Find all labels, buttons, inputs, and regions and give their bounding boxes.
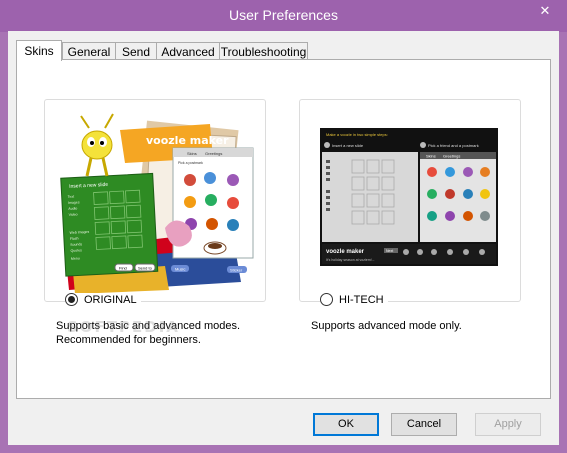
svg-text:Send to: Send to	[138, 266, 153, 271]
tab-advanced[interactable]: Advanced	[156, 42, 220, 60]
svg-text:voozle maker: voozle maker	[326, 249, 365, 255]
svg-text:Menu: Menu	[71, 256, 80, 260]
tab-general[interactable]: General	[62, 42, 116, 60]
hitech-skin-image: Make a voozle in two simple steps: Inser…	[320, 128, 498, 266]
svg-text:Music: Music	[175, 267, 185, 272]
original-radio-label[interactable]: ORIGINAL	[84, 294, 137, 306]
hitech-radio[interactable]	[320, 293, 333, 306]
svg-text:Pick a postmark: Pick a postmark	[178, 161, 203, 165]
dialog-body: Skins General Send Advanced Troubleshoot…	[8, 31, 559, 445]
original-radio-option[interactable]: ORIGINAL	[65, 293, 141, 309]
svg-text:It's holiday season at voziem!: It's holiday season at voziem!...	[326, 258, 375, 262]
svg-text:Greetings: Greetings	[443, 154, 460, 159]
svg-text:Sounds: Sounds	[70, 242, 82, 247]
hitech-radio-option[interactable]: HI-TECH	[320, 293, 388, 309]
hitech-radio-label[interactable]: HI-TECH	[339, 294, 384, 306]
original-skin-image: voozle maker Insert a new slide Text Ima…	[60, 113, 254, 294]
svg-text:Text: Text	[68, 195, 75, 199]
title-bar: User Preferences ✕	[0, 0, 567, 32]
svg-text:Audio: Audio	[68, 206, 77, 210]
svg-text:Find: Find	[119, 266, 127, 271]
hitech-description: Supports advanced mode only.	[311, 320, 462, 332]
svg-text:Insert a new slide: Insert a new slide	[332, 143, 364, 148]
cancel-button[interactable]: Cancel	[391, 413, 457, 436]
apply-button[interactable]: Apply	[475, 413, 541, 436]
svg-text:Greetings: Greetings	[205, 151, 222, 156]
svg-text:Skins: Skins	[426, 154, 436, 159]
original-brand: voozle maker	[146, 134, 229, 147]
svg-text:Next: Next	[386, 249, 393, 253]
svg-text:Images: Images	[68, 200, 80, 205]
hitech-header: Make a voozle in two simple steps:	[326, 132, 388, 137]
window-title: User Preferences	[229, 7, 338, 23]
hitech-skin-preview[interactable]: Make a voozle in two simple steps: Inser…	[299, 99, 521, 302]
tab-skins[interactable]: Skins	[16, 40, 62, 61]
skins-panel: voozle maker Insert a new slide Text Ima…	[16, 59, 551, 399]
svg-text:Flash: Flash	[70, 236, 79, 240]
softpedia-watermark: SOFTPEDIA	[67, 318, 180, 336]
svg-text:Pick a friend and a postmark: Pick a friend and a postmark	[428, 143, 479, 148]
svg-text:Video: Video	[69, 212, 78, 216]
tab-troubleshooting[interactable]: Troubleshooting	[219, 42, 308, 60]
close-icon[interactable]: ✕	[529, 1, 561, 21]
original-skin-preview[interactable]: voozle maker Insert a new slide Text Ima…	[44, 99, 266, 302]
svg-text:Quotes: Quotes	[70, 248, 82, 253]
tab-send[interactable]: Send	[115, 42, 157, 60]
svg-text:Skins: Skins	[187, 151, 197, 156]
svg-text:Sticker: Sticker	[230, 268, 243, 273]
ok-button[interactable]: OK	[313, 413, 379, 436]
original-radio[interactable]	[65, 293, 78, 306]
